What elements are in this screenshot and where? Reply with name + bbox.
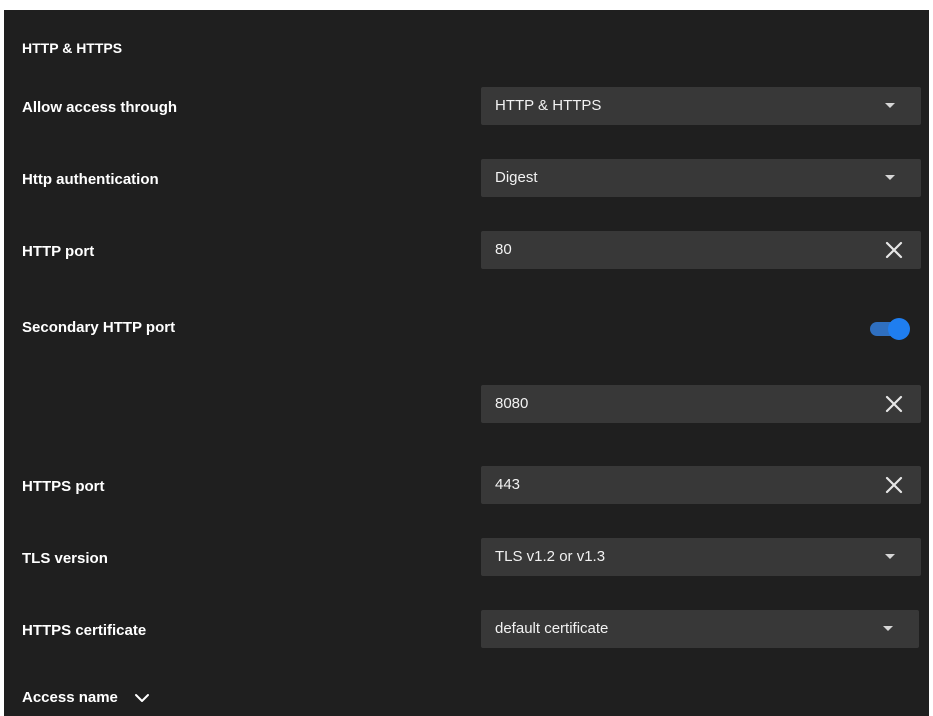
- chevron-down-icon: [135, 694, 150, 702]
- secondary-http-port-value: 8080: [495, 395, 529, 412]
- http-https-settings-panel: HTTP & HTTPS Allow access through HTTP &…: [4, 10, 929, 716]
- https-port-label: HTTPS port: [22, 478, 105, 495]
- http-port-label: HTTP port: [22, 243, 95, 260]
- caret-down-icon: [885, 175, 895, 180]
- close-icon[interactable]: [883, 474, 905, 496]
- access-name-expander[interactable]: Access name: [22, 686, 150, 710]
- secondary-http-port-toggle[interactable]: [870, 318, 910, 340]
- https-certificate-value: default certificate: [495, 620, 609, 637]
- secondary-http-port-label: Secondary HTTP port: [22, 319, 176, 336]
- caret-down-icon: [885, 554, 895, 559]
- http-authentication-dropdown[interactable]: Digest: [481, 159, 921, 197]
- https-certificate-dropdown[interactable]: default certificate: [481, 610, 919, 648]
- https-port-input[interactable]: 443: [481, 466, 921, 504]
- http-port-input[interactable]: 80: [481, 231, 921, 269]
- allow-access-dropdown[interactable]: HTTP & HTTPS: [481, 87, 921, 125]
- toggle-knob: [888, 318, 910, 340]
- allow-access-value: HTTP & HTTPS: [495, 97, 602, 114]
- https-certificate-label: HTTPS certificate: [22, 622, 147, 639]
- access-name-label: Access name: [22, 689, 118, 706]
- close-icon[interactable]: [883, 393, 905, 415]
- https-port-value: 443: [495, 476, 521, 493]
- section-title: HTTP & HTTPS: [22, 40, 123, 56]
- http-port-value: 80: [495, 241, 512, 258]
- caret-down-icon: [883, 626, 893, 631]
- close-icon[interactable]: [883, 239, 905, 261]
- http-authentication-label: Http authentication: [22, 171, 159, 188]
- tls-version-value: TLS v1.2 or v1.3: [495, 548, 606, 565]
- allow-access-label: Allow access through: [22, 99, 178, 116]
- caret-down-icon: [885, 103, 895, 108]
- tls-version-dropdown[interactable]: TLS v1.2 or v1.3: [481, 538, 921, 576]
- http-authentication-value: Digest: [495, 169, 538, 186]
- tls-version-label: TLS version: [22, 550, 108, 567]
- secondary-http-port-input[interactable]: 8080: [481, 385, 921, 423]
